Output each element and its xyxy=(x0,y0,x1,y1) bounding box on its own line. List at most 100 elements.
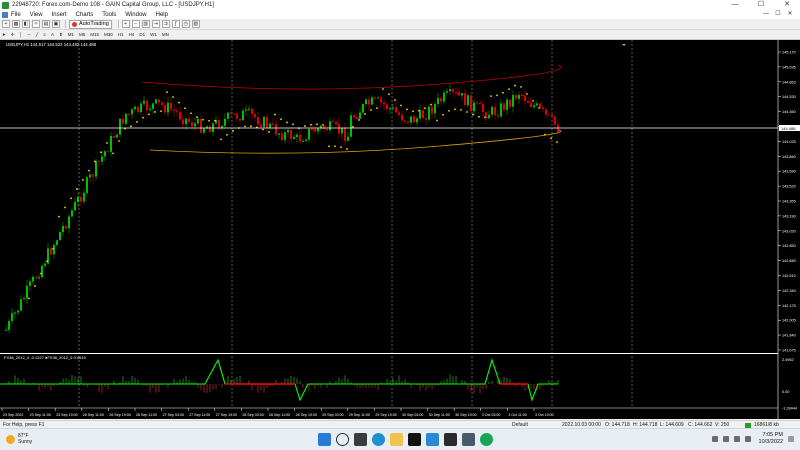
time-tick-label: 28 Sep 03:00 xyxy=(242,413,263,417)
sar-dot xyxy=(346,148,348,150)
menu-view[interactable]: View xyxy=(30,12,43,18)
zoom-out-icon[interactable]: − xyxy=(131,20,140,28)
timeframe-h1[interactable]: H1 xyxy=(118,32,124,37)
timeframe-m30[interactable]: M30 xyxy=(104,32,113,37)
netflix-icon[interactable] xyxy=(408,433,421,446)
search-icon[interactable] xyxy=(336,433,349,446)
candle-body xyxy=(410,116,412,123)
zoom-in-icon[interactable]: + xyxy=(121,20,130,28)
forex-app-icon[interactable] xyxy=(480,433,493,446)
mdi-close-button[interactable]: ✕ xyxy=(784,10,796,19)
weather-widget[interactable]: 87°F Sunny xyxy=(6,433,32,445)
maximize-button[interactable]: ☐ xyxy=(748,0,774,10)
mail-icon[interactable] xyxy=(426,433,439,446)
close-button[interactable]: ✕ xyxy=(774,0,800,10)
candle-body xyxy=(467,95,469,106)
task-view-icon[interactable] xyxy=(354,433,367,446)
windows-start-icon[interactable] xyxy=(318,433,331,446)
network-icon[interactable] xyxy=(722,436,729,442)
timeframe-m5[interactable]: M5 xyxy=(79,32,85,37)
autotrading-button[interactable]: AutoTrading xyxy=(69,19,112,29)
menu-window[interactable]: Window xyxy=(125,12,146,18)
sar-dot xyxy=(292,123,294,126)
market-watch-icon[interactable]: ◧ xyxy=(22,20,30,28)
candle-body xyxy=(272,123,274,125)
strategy-tester-icon[interactable]: ▣ xyxy=(52,20,60,28)
candle-body xyxy=(377,97,379,99)
sar-dot xyxy=(340,146,342,149)
navigator-icon[interactable]: ✧ xyxy=(32,20,40,28)
candle-body xyxy=(266,116,268,128)
chart-document-icon[interactable] xyxy=(2,11,8,18)
templates-icon[interactable]: ▧ xyxy=(191,20,200,28)
candle-body xyxy=(365,99,367,105)
mdi-minimize-button[interactable]: — xyxy=(760,10,772,19)
menu-insert[interactable]: Insert xyxy=(52,12,67,18)
menu-file[interactable]: File xyxy=(11,12,21,18)
volume-icon[interactable] xyxy=(733,436,740,442)
candle-body xyxy=(29,281,31,286)
profiles-icon[interactable]: ▦ xyxy=(12,20,20,28)
chart-shift-icon[interactable]: ⇥ xyxy=(151,20,160,28)
timeframe-d1[interactable]: D1 xyxy=(139,32,145,37)
candle-body xyxy=(551,114,553,117)
timeframe-mn[interactable]: MN xyxy=(162,32,169,37)
sar-dot xyxy=(52,247,54,250)
candle-body xyxy=(500,103,502,117)
mdi-restore-button[interactable]: ☐ xyxy=(772,10,784,19)
price-tick-label: 144.025 xyxy=(782,140,796,144)
candle-body xyxy=(8,321,10,330)
file-explorer-icon[interactable] xyxy=(390,433,403,446)
candle-body xyxy=(422,110,424,119)
candle-body xyxy=(524,95,526,102)
timeframe-w1[interactable]: W1 xyxy=(150,32,157,37)
candle-body xyxy=(164,105,166,113)
sar-dot xyxy=(286,121,288,124)
notification-icon[interactable] xyxy=(788,436,794,442)
candle-body xyxy=(545,109,547,115)
indicators-icon[interactable]: ƒ xyxy=(171,20,180,28)
price-tick-label: 142.680 xyxy=(782,259,796,263)
menu-charts[interactable]: Charts xyxy=(76,12,94,18)
chart-canvas[interactable]: 145.170145.035144.863144.530144.360144.1… xyxy=(0,40,800,419)
candle-body xyxy=(371,97,373,105)
timeframe-h4[interactable]: H4 xyxy=(129,32,135,37)
subwindow-separator[interactable] xyxy=(0,353,778,354)
clock[interactable]: 7:05 PM 10/3/2022 xyxy=(759,432,783,446)
periods-icon[interactable]: ◷ xyxy=(181,20,190,28)
arrow-tool-icon[interactable]: ⬆ xyxy=(59,32,63,38)
chart-shift-marker[interactable] xyxy=(622,44,626,46)
menu-help[interactable]: Help xyxy=(156,12,168,18)
candle-body xyxy=(383,102,385,105)
minimize-button[interactable]: — xyxy=(722,0,748,10)
candle-body xyxy=(239,118,241,121)
sar-dot xyxy=(316,123,318,126)
sar-dot xyxy=(106,142,108,144)
price-chart[interactable]: 145.170145.035144.863144.530144.360144.1… xyxy=(0,40,800,419)
vertical-line-icon[interactable]: │ xyxy=(20,32,23,37)
cursor-icon[interactable]: ➤ xyxy=(2,32,6,38)
horizontal-line-icon[interactable]: ─ xyxy=(27,32,30,37)
battery-icon[interactable] xyxy=(744,436,751,442)
crosshair-icon[interactable]: ✛ xyxy=(11,32,15,38)
trendline-icon[interactable]: ╱ xyxy=(36,32,39,38)
candle-body xyxy=(353,115,355,118)
new-chart-icon[interactable]: + xyxy=(2,20,10,28)
auto-scroll-icon[interactable]: ⇉ xyxy=(161,20,170,28)
candle-body xyxy=(296,134,298,138)
sar-dot xyxy=(226,133,228,136)
text-tool-icon[interactable]: A xyxy=(51,32,54,37)
price-tick-label: 143.860 xyxy=(782,155,796,159)
candle-body xyxy=(83,192,85,202)
tile-windows-icon[interactable]: ▥ xyxy=(141,20,150,28)
edge-icon[interactable] xyxy=(372,433,385,446)
menu-tools[interactable]: Tools xyxy=(102,12,116,18)
sar-dot xyxy=(388,93,390,96)
timeframe-m1[interactable]: M1 xyxy=(68,32,74,37)
chevron-up-icon[interactable] xyxy=(711,436,718,442)
app-icon-2[interactable] xyxy=(462,433,475,446)
terminal-icon[interactable]: ▤ xyxy=(42,20,50,28)
timeframe-m15[interactable]: M15 xyxy=(90,32,99,37)
channel-icon[interactable]: ≡ xyxy=(43,32,46,37)
metatrader-icon[interactable] xyxy=(444,433,457,446)
